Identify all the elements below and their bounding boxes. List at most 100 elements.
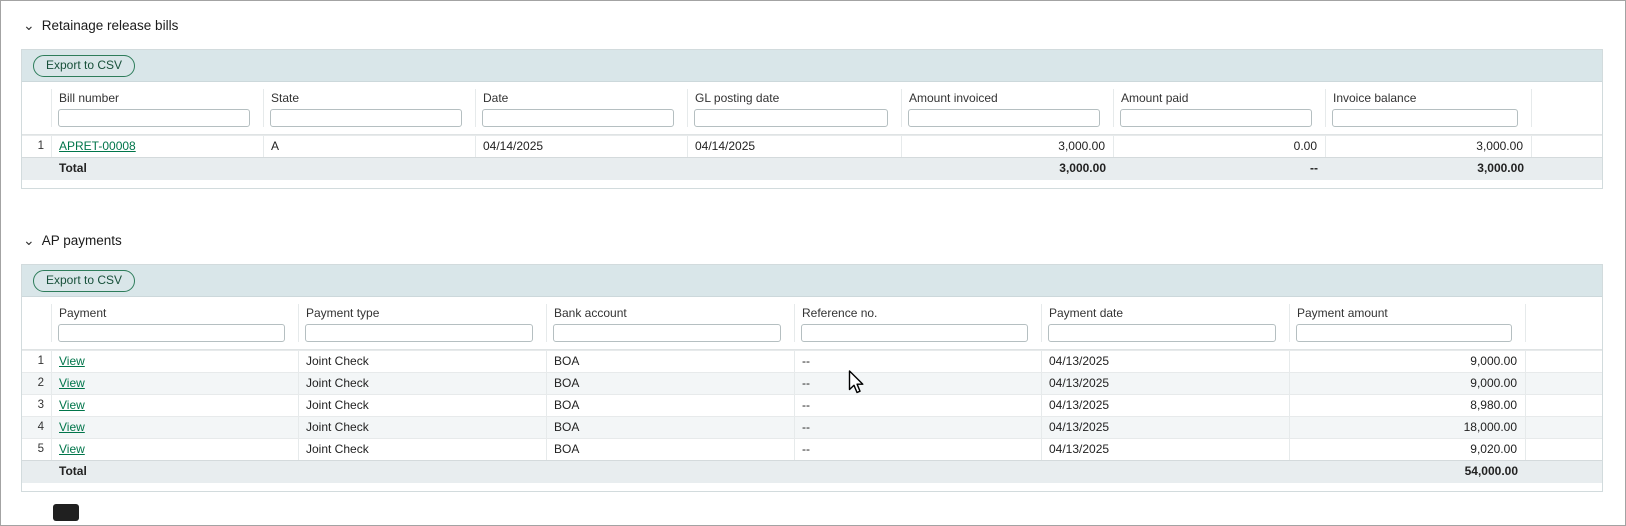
reference-no-cell: --	[795, 373, 1042, 394]
filter-input-amount-paid[interactable]	[1120, 109, 1312, 127]
filter-input-date[interactable]	[482, 109, 674, 127]
export-csv-button[interactable]: Export to CSV	[33, 55, 135, 77]
retainage-total-row: Total 3,000.00 -- 3,000.00	[22, 157, 1602, 180]
filter-gutter	[1532, 109, 1602, 127]
view-payment-link[interactable]: View	[59, 420, 85, 434]
row-number: 1	[22, 351, 52, 372]
reference-no-cell: --	[795, 395, 1042, 416]
header-gutter	[1532, 89, 1602, 109]
payment-date-cell: 04/13/2025	[1042, 417, 1290, 438]
ap-payments-filter-row	[22, 324, 1602, 350]
retainage-table-row: 1 APRET-00008 A 04/14/2025 04/14/2025 3,…	[22, 135, 1602, 157]
view-payment-link[interactable]: View	[59, 398, 85, 412]
payment-type-cell: Joint Check	[299, 373, 547, 394]
retainage-filter-row	[22, 109, 1602, 135]
column-header-amount-invoiced: Amount invoiced	[902, 89, 1114, 109]
ap-payment-row: 4 View Joint Check BOA -- 04/13/2025 18,…	[22, 416, 1602, 438]
filter-cell-empty	[22, 324, 52, 342]
filter-input-reference-no[interactable]	[801, 324, 1028, 342]
view-payment-link[interactable]: View	[59, 442, 85, 456]
chevron-down-icon[interactable]: ⌄	[23, 20, 35, 30]
reference-no-cell: --	[795, 417, 1042, 438]
bill-number-link[interactable]: APRET-00008	[59, 139, 136, 153]
total-amount-paid: --	[1114, 158, 1326, 180]
row-number: 5	[22, 439, 52, 460]
filter-input-bill-number[interactable]	[58, 109, 250, 127]
ap-payments-section-title: AP payments	[42, 233, 122, 248]
filter-input-payment[interactable]	[58, 324, 285, 342]
column-header-payment: Payment	[52, 304, 299, 324]
filter-cell-empty	[22, 109, 52, 127]
date-cell: 04/14/2025	[476, 136, 688, 157]
payment-amount-cell: 18,000.00	[1290, 417, 1526, 438]
filter-input-gl-posting-date[interactable]	[694, 109, 888, 127]
ap-payments-section: ⌄ AP payments Export to CSV Payment Paym…	[1, 189, 1625, 492]
bottom-left-tooltip-fragment	[53, 504, 79, 521]
view-payment-link[interactable]: View	[59, 376, 85, 390]
total-label: Total	[52, 461, 299, 483]
amount-paid-cell: 0.00	[1114, 136, 1326, 157]
payment-amount-cell: 9,000.00	[1290, 373, 1526, 394]
total-invoice-balance: 3,000.00	[1326, 158, 1532, 180]
retainage-toolbar: Export to CSV	[22, 50, 1602, 82]
state-cell: A	[264, 136, 476, 157]
bank-account-cell: BOA	[547, 417, 795, 438]
total-payment-amount: 54,000.00	[1290, 461, 1526, 483]
ap-payments-toolbar: Export to CSV	[22, 265, 1602, 297]
column-header-reference-no: Reference no.	[795, 304, 1042, 324]
payment-type-cell: Joint Check	[299, 439, 547, 460]
payment-date-cell: 04/13/2025	[1042, 351, 1290, 372]
bank-account-cell: BOA	[547, 395, 795, 416]
row-number: 3	[22, 395, 52, 416]
ap-payment-row: 1 View Joint Check BOA -- 04/13/2025 9,0…	[22, 350, 1602, 372]
retainage-header-row: Bill number State Date GL posting date A…	[22, 82, 1602, 109]
filter-input-invoice-balance[interactable]	[1332, 109, 1518, 127]
page: ⌄ Retainage release bills Export to CSV …	[0, 0, 1626, 526]
bank-account-cell: BOA	[547, 373, 795, 394]
column-header-payment-type: Payment type	[299, 304, 547, 324]
column-header-amount-paid: Amount paid	[1114, 89, 1326, 109]
export-csv-button[interactable]: Export to CSV	[33, 270, 135, 292]
filter-input-payment-type[interactable]	[305, 324, 533, 342]
filter-input-state[interactable]	[270, 109, 462, 127]
bank-account-cell: BOA	[547, 439, 795, 460]
amount-invoiced-cell: 3,000.00	[902, 136, 1114, 157]
payment-amount-cell: 9,000.00	[1290, 351, 1526, 372]
bank-account-cell: BOA	[547, 351, 795, 372]
row-number-header	[22, 304, 52, 324]
row-gutter	[1532, 136, 1602, 157]
gl-posting-date-cell: 04/14/2025	[688, 136, 902, 157]
retainage-section-header: ⌄ Retainage release bills	[23, 1, 1625, 34]
chevron-down-icon[interactable]: ⌄	[23, 235, 35, 245]
header-gutter	[1526, 304, 1602, 324]
column-header-payment-date: Payment date	[1042, 304, 1290, 324]
filter-input-bank-account[interactable]	[553, 324, 781, 342]
ap-payments-section-header: ⌄ AP payments	[23, 189, 1625, 249]
ap-payment-row: 5 View Joint Check BOA -- 04/13/2025 9,0…	[22, 438, 1602, 460]
view-payment-link[interactable]: View	[59, 354, 85, 368]
payment-date-cell: 04/13/2025	[1042, 395, 1290, 416]
total-amount-invoiced: 3,000.00	[902, 158, 1114, 180]
retainage-table-card: Export to CSV Bill number State Date GL …	[21, 49, 1603, 189]
payment-type-cell: Joint Check	[299, 395, 547, 416]
column-header-date: Date	[476, 89, 688, 109]
row-number: 1	[22, 136, 52, 157]
payment-type-cell: Joint Check	[299, 417, 547, 438]
column-header-invoice-balance: Invoice balance	[1326, 89, 1532, 109]
payment-amount-cell: 8,980.00	[1290, 395, 1526, 416]
payment-date-cell: 04/13/2025	[1042, 373, 1290, 394]
filter-input-amount-invoiced[interactable]	[908, 109, 1100, 127]
filter-gutter	[1526, 324, 1602, 342]
payment-type-cell: Joint Check	[299, 351, 547, 372]
column-header-gl-posting-date: GL posting date	[688, 89, 902, 109]
row-number-header	[22, 89, 52, 109]
card-footer	[22, 483, 1602, 491]
filter-input-payment-amount[interactable]	[1296, 324, 1512, 342]
row-number: 2	[22, 373, 52, 394]
filter-input-payment-date[interactable]	[1048, 324, 1276, 342]
reference-no-cell: --	[795, 351, 1042, 372]
row-number: 4	[22, 417, 52, 438]
retainage-section-title: Retainage release bills	[42, 18, 179, 33]
payment-date-cell: 04/13/2025	[1042, 439, 1290, 460]
ap-payments-table-card: Export to CSV Payment Payment type Bank …	[21, 264, 1603, 492]
